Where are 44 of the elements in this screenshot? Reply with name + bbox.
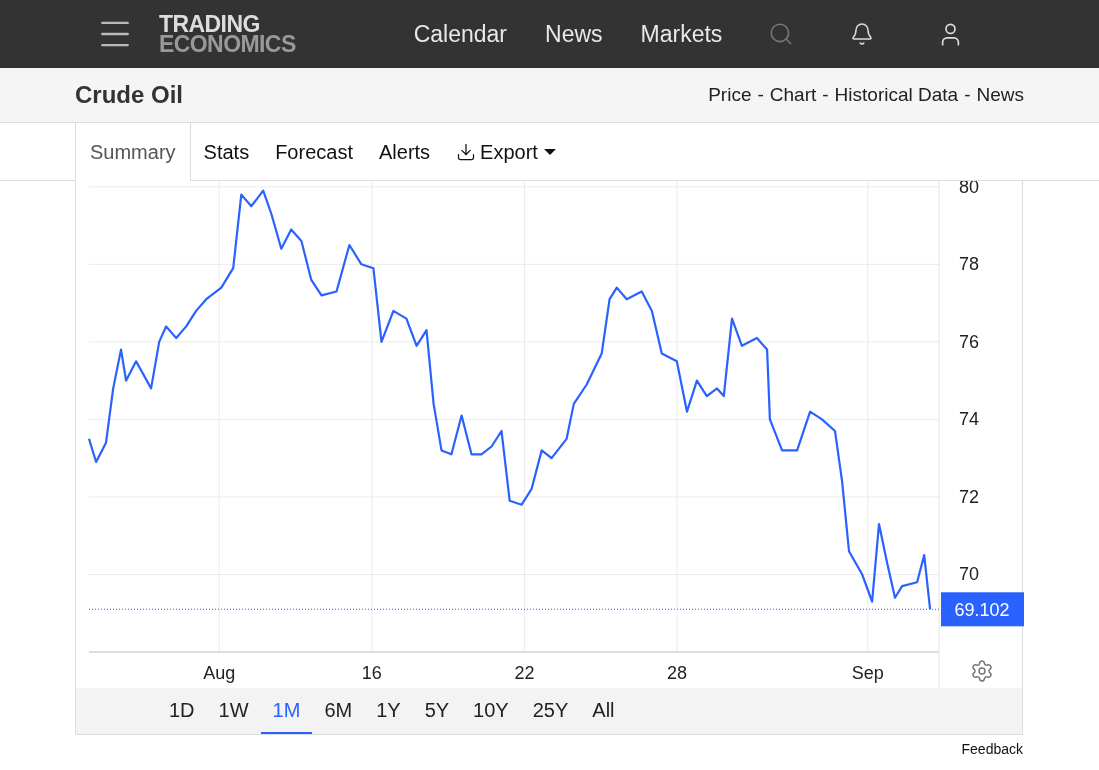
nav-link[interactable]: News <box>545 16 603 52</box>
range-tab[interactable]: 1M <box>260 694 313 734</box>
tab[interactable]: Stats <box>190 123 263 181</box>
logo[interactable]: TRADING ECONOMICS <box>159 14 296 54</box>
range-tab[interactable]: 1D <box>157 694 207 734</box>
nav-link[interactable]: Calendar <box>413 16 507 52</box>
tab[interactable]: Summary <box>75 123 191 181</box>
y-axis-label: 80 <box>959 181 980 197</box>
section-link[interactable]: Historical Data <box>834 80 959 110</box>
tab[interactable]: Export <box>443 123 569 181</box>
caret-icon <box>543 149 556 155</box>
separator: - <box>822 82 829 107</box>
separator: - <box>964 82 971 107</box>
section-link[interactable]: Price <box>708 80 752 110</box>
last-price-label: 69.102 <box>941 592 1024 627</box>
page-title: Crude Oil <box>75 80 183 110</box>
y-axis-label: 72 <box>959 486 980 507</box>
feedback-link[interactable]: Feedback <box>961 739 1023 760</box>
range-tab[interactable]: 25Y <box>520 694 581 734</box>
y-axis-label: 70 <box>959 564 980 585</box>
y-axis-label: 76 <box>959 331 980 352</box>
x-axis-label: 22 <box>514 663 535 683</box>
x-axis-label: 16 <box>361 663 382 683</box>
x-axis-label: Sep <box>851 663 884 683</box>
section-link[interactable]: News <box>976 80 1024 110</box>
y-axis-label: 74 <box>959 409 980 430</box>
y-axis-label: 78 <box>959 254 980 275</box>
download-icon <box>456 142 477 162</box>
nav-link[interactable]: Markets <box>640 16 723 52</box>
range-tab[interactable]: 1W <box>206 694 261 734</box>
bell-icon[interactable] <box>850 22 875 46</box>
ref-line-label: 69.102 <box>954 600 1010 621</box>
range-tab[interactable]: 5Y <box>412 694 462 734</box>
settings-icon[interactable] <box>970 659 994 683</box>
range-tab[interactable]: 1Y <box>364 694 413 734</box>
x-axis-label: 28 <box>667 663 688 683</box>
tab[interactable]: Alerts <box>365 123 444 181</box>
tab[interactable]: Forecast <box>262 123 366 181</box>
section-link[interactable]: Chart <box>769 80 817 110</box>
separator: - <box>757 82 764 107</box>
range-tab[interactable]: All <box>580 694 627 734</box>
range-tab[interactable]: 6M <box>312 694 365 734</box>
x-axis-label: Aug <box>203 663 236 683</box>
range-tab[interactable]: 10Y <box>461 694 521 734</box>
